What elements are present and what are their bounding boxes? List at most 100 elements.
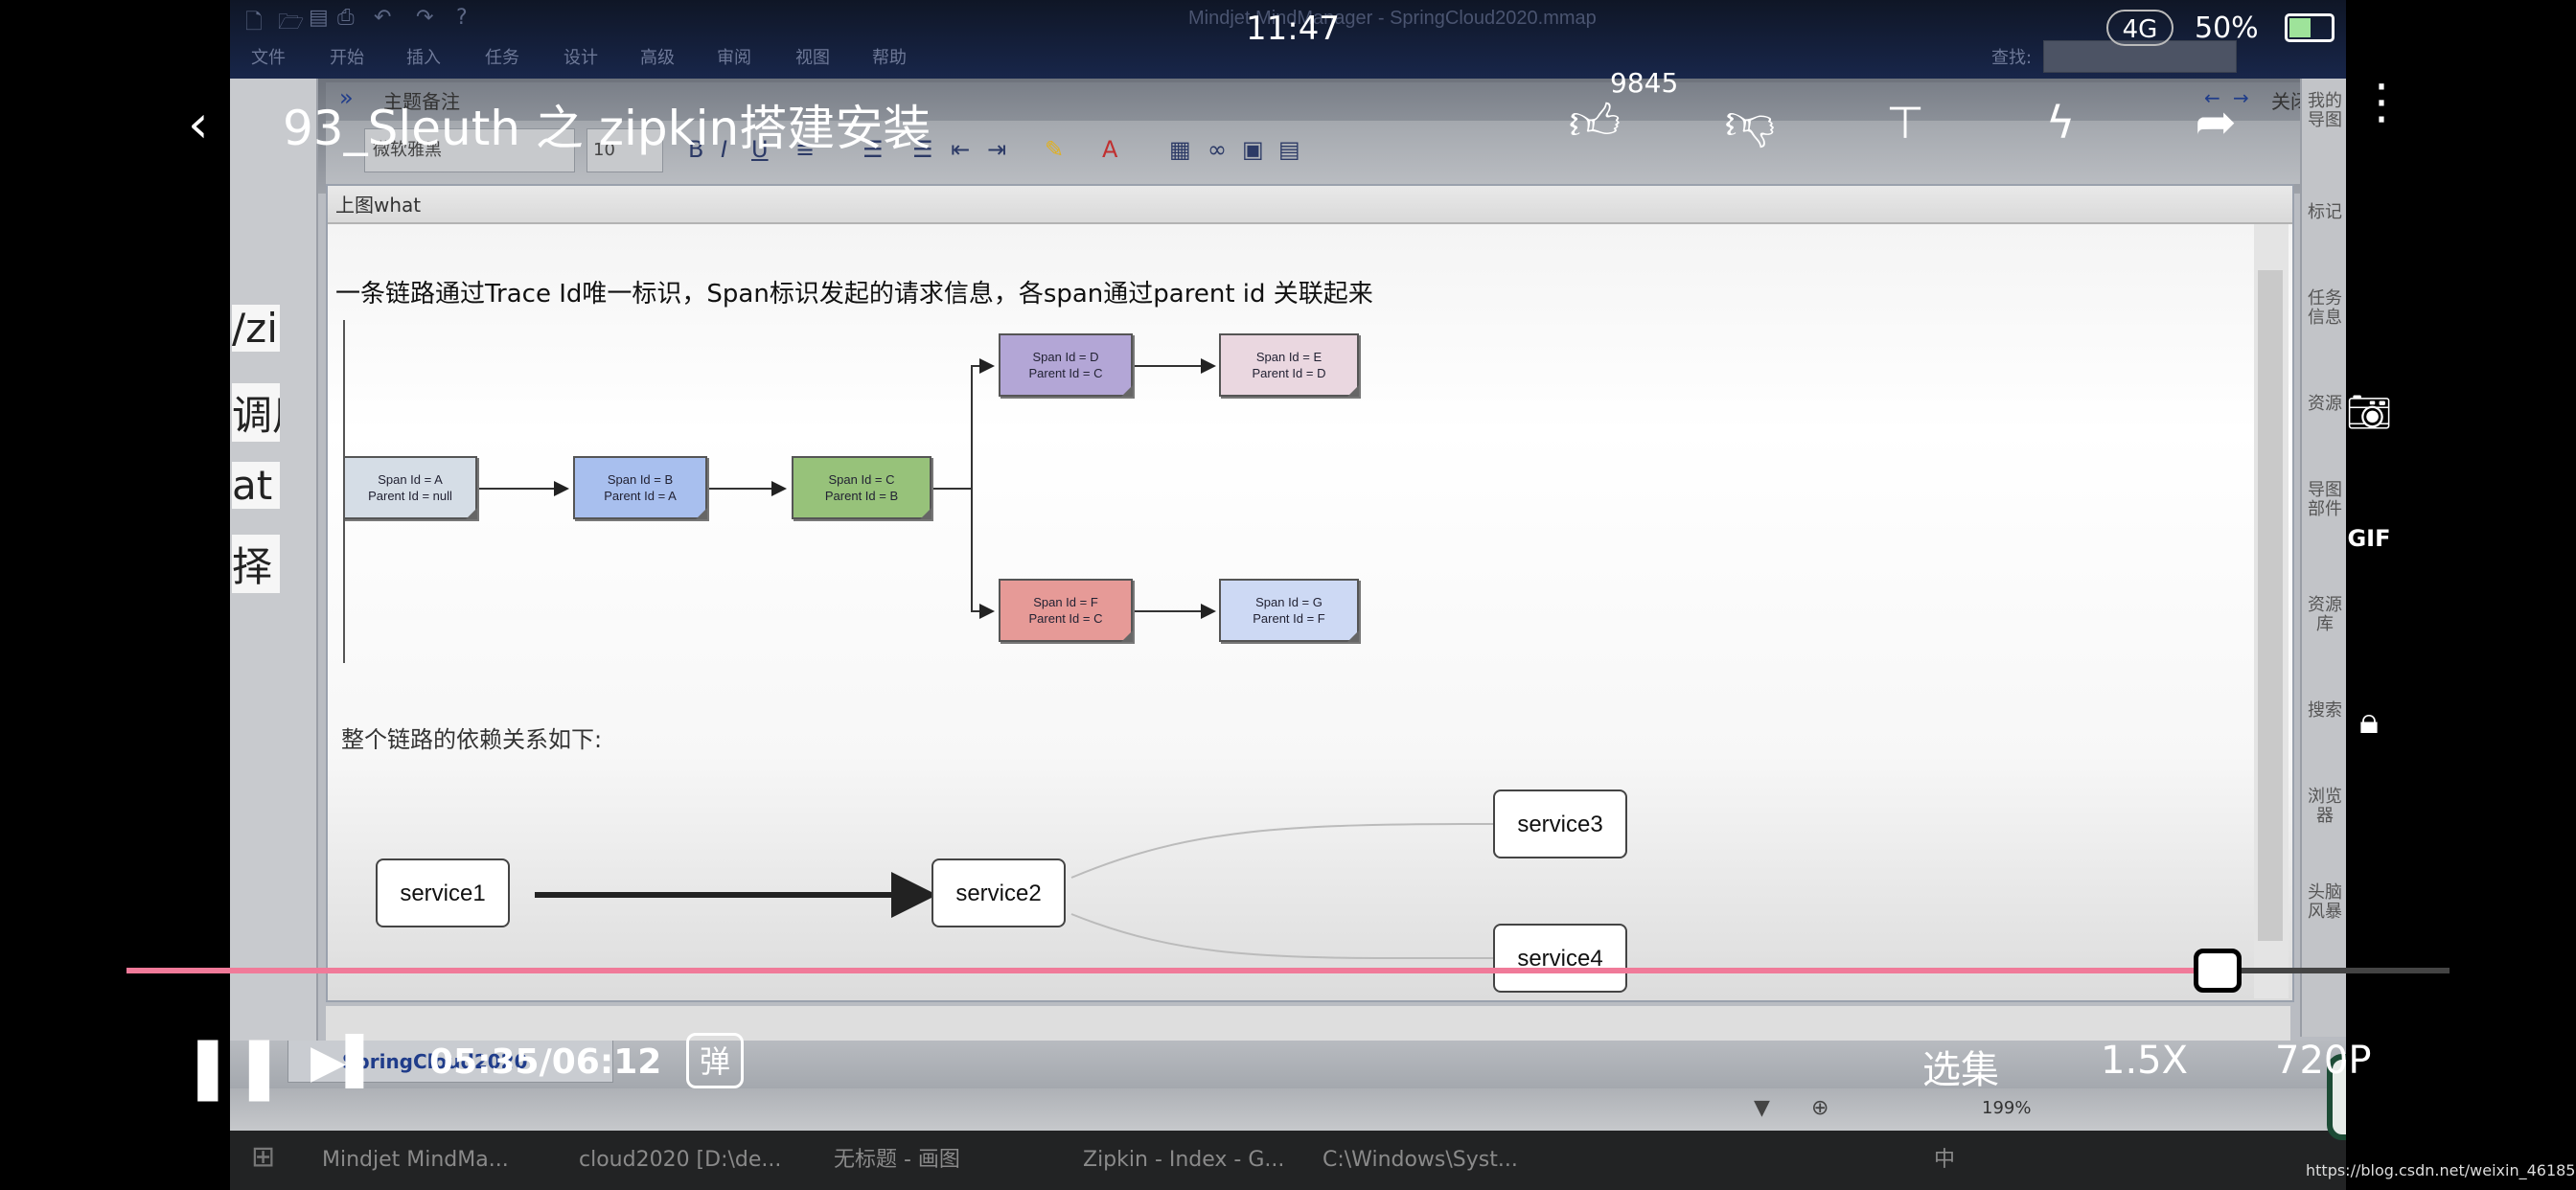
open-file-icon[interactable]: 🗁 bbox=[278, 6, 304, 42]
taskbar-item-paint[interactable]: 无标题 - 画图 bbox=[834, 1138, 960, 1182]
taskbar-item-cmd[interactable]: C:\Windows\Syst... bbox=[1322, 1138, 1518, 1182]
span-node-b: Span Id = B Parent Id = A bbox=[573, 456, 707, 519]
span-node-c: Span Id = C Parent Id = B bbox=[792, 456, 932, 519]
vertical-scrollbar[interactable] bbox=[2254, 224, 2288, 998]
indent-icon[interactable]: ⇥ bbox=[987, 136, 1006, 163]
camera-icon[interactable]: 📷︎ bbox=[2338, 385, 2400, 439]
service-node: service4 bbox=[1493, 924, 1627, 993]
print-icon[interactable]: ⎙ bbox=[337, 6, 355, 30]
span-id: Span Id = F bbox=[1033, 595, 1098, 609]
menu-advanced[interactable]: 高级 bbox=[640, 44, 675, 69]
windows-start-icon[interactable]: ⊞ bbox=[251, 1140, 275, 1174]
span-id: Span Id = A bbox=[378, 472, 443, 487]
span-id: Span Id = C bbox=[828, 472, 895, 487]
menu-home[interactable]: 开始 bbox=[330, 44, 364, 69]
undo-icon[interactable]: ↶ bbox=[374, 6, 391, 30]
find-label: 查找: bbox=[1991, 48, 2033, 68]
dock-tab-browser[interactable]: 浏览器 bbox=[2306, 788, 2344, 826]
parent-id: Parent Id = B bbox=[824, 489, 899, 503]
span-node-d: Span Id = D Parent Id = C bbox=[999, 333, 1133, 397]
network-badge: 4G bbox=[2106, 10, 2174, 46]
menu-help[interactable]: 帮助 bbox=[872, 44, 907, 69]
dock-tab-library[interactable]: 资源库 bbox=[2306, 596, 2344, 634]
redo-icon[interactable]: ↷ bbox=[416, 6, 433, 30]
span-node-f: Span Id = F Parent Id = C bbox=[999, 579, 1133, 642]
span-id: Span Id = G bbox=[1255, 595, 1322, 609]
notes-document[interactable]: 上图what 一条链路通过Trace Id唯一标识，Span标识发起的请求信息，… bbox=[326, 184, 2294, 1002]
taskbar-item-idea[interactable]: cloud2020 [D:\de... bbox=[579, 1138, 781, 1182]
status-time: 11:47 bbox=[1246, 10, 1340, 48]
menu-file[interactable]: 文件 bbox=[251, 44, 286, 69]
pause-icon[interactable]: ❚❚ bbox=[182, 1031, 285, 1102]
dock-tab-task-info[interactable]: 任务信息 bbox=[2306, 289, 2344, 328]
link-icon[interactable]: ∞ bbox=[1208, 136, 1227, 163]
help-icon[interactable]: ? bbox=[456, 6, 468, 30]
left-pane-fragment: at bbox=[232, 462, 280, 509]
zoom-level: 199% bbox=[1982, 1098, 2032, 1118]
parent-id: Parent Id = C bbox=[1028, 611, 1103, 626]
taskbar-item-mindmanager[interactable]: Mindjet MindMa... bbox=[322, 1138, 509, 1182]
dock-tab-markers[interactable]: 标记 bbox=[2306, 203, 2344, 222]
parent-id: Parent Id = C bbox=[1028, 366, 1103, 380]
menu-review[interactable]: 审阅 bbox=[717, 44, 751, 69]
back-icon[interactable]: ‹ bbox=[188, 94, 209, 154]
parent-id: Parent Id = D bbox=[1252, 366, 1326, 380]
span-node-a: Span Id = A Parent Id = null bbox=[343, 456, 477, 519]
battery-icon bbox=[2285, 13, 2334, 42]
quality-button[interactable]: 720P bbox=[2275, 1039, 2371, 1083]
service-node: service3 bbox=[1493, 790, 1627, 858]
progress-fill bbox=[126, 968, 2218, 973]
menu-view[interactable]: 视图 bbox=[795, 44, 830, 69]
outdent-icon[interactable]: ⇤ bbox=[951, 136, 970, 163]
menu-insert[interactable]: 插入 bbox=[406, 44, 441, 69]
episodes-button[interactable]: 选集 bbox=[1922, 1039, 1999, 1094]
playback-time: 05:35/06:12 bbox=[429, 1042, 662, 1082]
highlight-icon[interactable]: ✎ bbox=[1045, 136, 1064, 163]
lock-icon[interactable]: 🔒︎ bbox=[2338, 694, 2400, 747]
edge-c-f bbox=[971, 489, 995, 619]
left-pane: /zi 调用 at 择 bbox=[230, 79, 318, 1065]
parent-id: Parent Id = A bbox=[604, 489, 677, 503]
save-icon[interactable]: ▤ bbox=[309, 6, 329, 30]
edge-service2-service4 bbox=[1070, 913, 1496, 960]
ime-indicator[interactable]: 中 bbox=[1934, 1138, 1955, 1182]
edge-c-d bbox=[928, 358, 995, 490]
left-pane-fragment: /zi bbox=[232, 305, 280, 352]
battery-level bbox=[2289, 18, 2311, 37]
edge-service2-service3 bbox=[1070, 823, 1496, 879]
speed-button[interactable]: 1.5X bbox=[2101, 1039, 2188, 1083]
progress-bar[interactable] bbox=[126, 968, 2450, 973]
span-id: Span Id = D bbox=[1032, 350, 1099, 364]
new-file-icon[interactable]: 🗋 bbox=[245, 6, 263, 42]
menu-design[interactable]: 设计 bbox=[564, 44, 598, 69]
more-icon[interactable]: ⋮ bbox=[2358, 78, 2405, 126]
like-icon[interactable]: 👍︎ bbox=[1560, 88, 1629, 157]
image-icon[interactable]: ▣ bbox=[1242, 136, 1264, 163]
progress-thumb-icon[interactable] bbox=[2193, 949, 2242, 993]
dock-tab-brainstorm[interactable]: 头脑风暴 bbox=[2306, 883, 2344, 922]
video-title: 93_Sleuth 之 zipkin搭建安装 bbox=[283, 101, 932, 156]
parent-id: Parent Id = null bbox=[368, 489, 452, 503]
next-icon[interactable]: ▶▌ bbox=[310, 1035, 381, 1088]
table-icon[interactable]: ▦ bbox=[1169, 136, 1191, 163]
dislike-icon[interactable]: 👎︎ bbox=[1715, 88, 1784, 157]
danmaku-toggle-icon[interactable]: 弹 bbox=[686, 1033, 744, 1088]
focus-icon[interactable]: ⊕ bbox=[1811, 1096, 1828, 1120]
share-icon[interactable]: ➦ bbox=[2181, 88, 2250, 157]
horizontal-scrollbar[interactable] bbox=[326, 1006, 2290, 1041]
date-icon[interactable]: ▤ bbox=[1278, 136, 1300, 163]
menu-task[interactable]: 任务 bbox=[485, 44, 519, 69]
app-status-bar: ▼ ⊕ 199% bbox=[230, 1088, 2346, 1133]
scrollbar-thumb[interactable] bbox=[2258, 270, 2283, 941]
filter-icon[interactable]: ▼ bbox=[1754, 1096, 1770, 1120]
font-color-icon[interactable]: A bbox=[1102, 136, 1117, 163]
service-node: service1 bbox=[376, 858, 510, 927]
gif-icon[interactable]: GIF bbox=[2338, 512, 2400, 565]
coin-icon[interactable]: ⊤ bbox=[1871, 88, 1940, 157]
battery-percent: 50% bbox=[2195, 11, 2259, 45]
taskbar-item-chrome[interactable]: Zipkin - Index - G... bbox=[1083, 1138, 1284, 1182]
dock-tab-my-maps[interactable]: 我的导图 bbox=[2306, 92, 2344, 130]
parent-id: Parent Id = F bbox=[1253, 611, 1325, 626]
favorite-icon[interactable]: ϟ bbox=[2026, 88, 2095, 157]
watermark: https://blog.csdn.net/weixin_46185085 bbox=[2306, 1161, 2576, 1179]
